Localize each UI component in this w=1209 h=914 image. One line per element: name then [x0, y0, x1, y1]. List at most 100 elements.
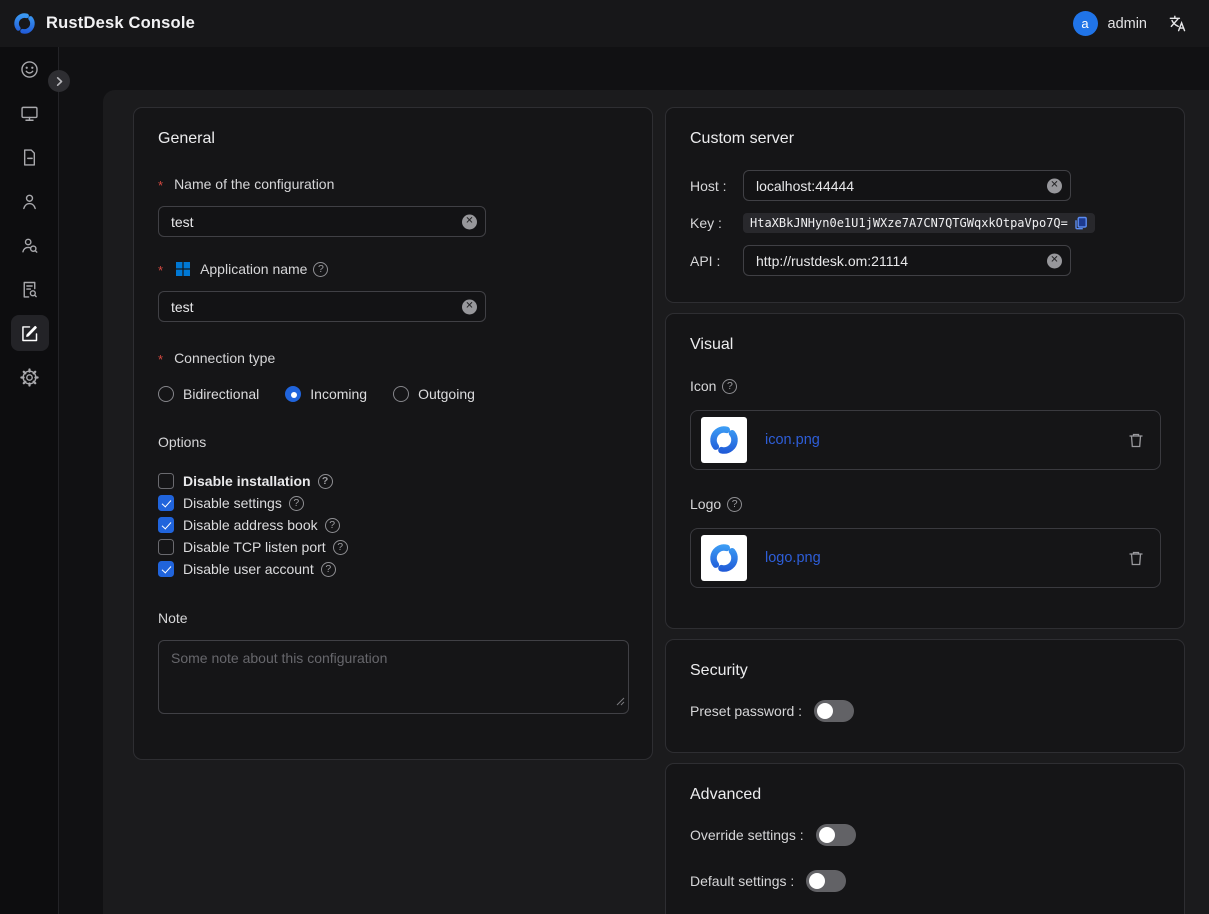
help-icon[interactable]: ?	[289, 496, 304, 511]
monitor-icon	[19, 103, 40, 124]
checkbox-icon	[158, 495, 174, 511]
sidebar-item-audit[interactable]	[0, 135, 59, 179]
help-icon[interactable]: ?	[318, 474, 333, 489]
translate-icon	[1168, 14, 1187, 33]
radio-icon	[285, 386, 301, 402]
sidebar-item-settings[interactable]	[0, 355, 59, 399]
help-icon[interactable]: ?	[313, 262, 328, 277]
checkbox-disable-address-book[interactable]: Disable address book?	[158, 514, 628, 536]
connection-type-label: Connection type	[158, 350, 628, 366]
app-title: RustDesk Console	[46, 14, 195, 33]
checkbox-disable-tcp-listen-port[interactable]: Disable TCP listen port?	[158, 536, 628, 558]
checkbox-icon	[158, 539, 174, 555]
topbar: RustDesk Console a admin	[0, 0, 1209, 47]
copy-icon[interactable]	[1074, 216, 1088, 230]
visual-card: Visual Icon ? icon.png Lo	[665, 313, 1185, 629]
language-button[interactable]	[1165, 12, 1189, 36]
radio-icon	[158, 386, 174, 402]
smiley-icon	[19, 59, 40, 80]
help-icon[interactable]: ?	[321, 562, 336, 577]
config-name-label: Name of the configuration	[158, 176, 628, 192]
general-title: General	[158, 130, 628, 148]
application-name-label: Application name ?	[158, 261, 628, 277]
sidebar-collapse-button[interactable]	[48, 70, 70, 92]
user-icon	[19, 191, 40, 212]
api-label: API :	[690, 253, 743, 269]
sidebar-item-users[interactable]	[0, 179, 59, 223]
windows-icon	[175, 261, 191, 277]
clear-icon[interactable]: ✕	[462, 299, 477, 314]
options-label: Options	[158, 434, 628, 450]
radio-bidirectional[interactable]: Bidirectional	[158, 386, 259, 402]
username: admin	[1108, 16, 1148, 32]
icon-upload-row: icon.png	[690, 410, 1161, 470]
preset-password-toggle[interactable]	[814, 700, 854, 722]
logo-label: Logo ?	[690, 496, 1160, 512]
default-settings-label: Default settings :	[690, 873, 794, 889]
application-name-input[interactable]	[158, 291, 486, 322]
help-icon[interactable]: ?	[727, 497, 742, 512]
config-name-input[interactable]	[158, 206, 486, 237]
override-settings-label: Override settings :	[690, 827, 804, 843]
clear-icon[interactable]: ✕	[1047, 178, 1062, 193]
help-icon[interactable]: ?	[333, 540, 348, 555]
brand[interactable]: RustDesk Console	[12, 11, 195, 36]
edit-icon	[19, 323, 40, 344]
clear-icon[interactable]: ✕	[462, 214, 477, 229]
chevron-right-icon	[54, 76, 65, 87]
toggle-knob	[819, 827, 835, 843]
checkbox-icon	[158, 561, 174, 577]
icon-file-link[interactable]: icon.png	[765, 432, 820, 448]
note-label: Note	[158, 610, 628, 626]
radio-label: Outgoing	[418, 386, 475, 402]
sidebar-item-devices[interactable]	[0, 91, 59, 135]
logo-file-link[interactable]: logo.png	[765, 550, 821, 566]
help-icon[interactable]: ?	[722, 379, 737, 394]
override-settings-toggle[interactable]	[816, 824, 856, 846]
avatar[interactable]: a	[1073, 11, 1098, 36]
advanced-title: Advanced	[690, 786, 1160, 804]
radio-label: Incoming	[310, 386, 367, 402]
connection-type-group: Bidirectional Incoming Outgoing	[158, 386, 628, 402]
custom-server-card: Custom server Host : ✕ Key : HtaXBkJNHyn…	[665, 107, 1185, 303]
main-content: General Name of the configuration ✕ Appl…	[103, 90, 1209, 914]
custom-server-title: Custom server	[690, 130, 1160, 148]
sidebar-item-configurations[interactable]	[0, 311, 59, 355]
sidebar	[0, 47, 59, 914]
radio-label: Bidirectional	[183, 386, 259, 402]
document-icon	[19, 147, 40, 168]
gear-icon	[19, 367, 40, 388]
checkbox-icon	[158, 517, 174, 533]
help-icon[interactable]: ?	[325, 518, 340, 533]
api-input[interactable]	[743, 245, 1071, 276]
advanced-card: Advanced Override settings : Default set…	[665, 763, 1185, 914]
rustdesk-logo-icon	[12, 11, 37, 36]
radio-icon	[393, 386, 409, 402]
toggle-knob	[809, 873, 825, 889]
key-label: Key :	[690, 215, 743, 231]
document-search-icon	[19, 279, 40, 300]
icon-label: Icon ?	[690, 378, 1160, 394]
preset-password-label: Preset password :	[690, 703, 802, 719]
delete-icon[interactable]	[1128, 432, 1144, 449]
user-menu[interactable]: a admin	[1073, 11, 1148, 36]
sidebar-item-peers[interactable]	[0, 223, 59, 267]
checkbox-disable-settings[interactable]: Disable settings?	[158, 492, 628, 514]
host-input[interactable]	[743, 170, 1071, 201]
note-textarea[interactable]	[158, 640, 629, 714]
checkbox-disable-installation[interactable]: Disable installation?	[158, 470, 628, 492]
default-settings-toggle[interactable]	[806, 870, 846, 892]
user-search-icon	[19, 235, 40, 256]
host-label: Host :	[690, 178, 743, 194]
logo-thumbnail	[701, 535, 747, 581]
checkbox-disable-user-account[interactable]: Disable user account?	[158, 558, 628, 580]
general-card: General Name of the configuration ✕ Appl…	[133, 107, 653, 760]
radio-incoming[interactable]: Incoming	[285, 386, 367, 402]
delete-icon[interactable]	[1128, 550, 1144, 567]
toggle-knob	[817, 703, 833, 719]
security-card: Security Preset password :	[665, 639, 1185, 753]
sidebar-item-logs[interactable]	[0, 267, 59, 311]
radio-outgoing[interactable]: Outgoing	[393, 386, 475, 402]
clear-icon[interactable]: ✕	[1047, 253, 1062, 268]
icon-thumbnail	[701, 417, 747, 463]
